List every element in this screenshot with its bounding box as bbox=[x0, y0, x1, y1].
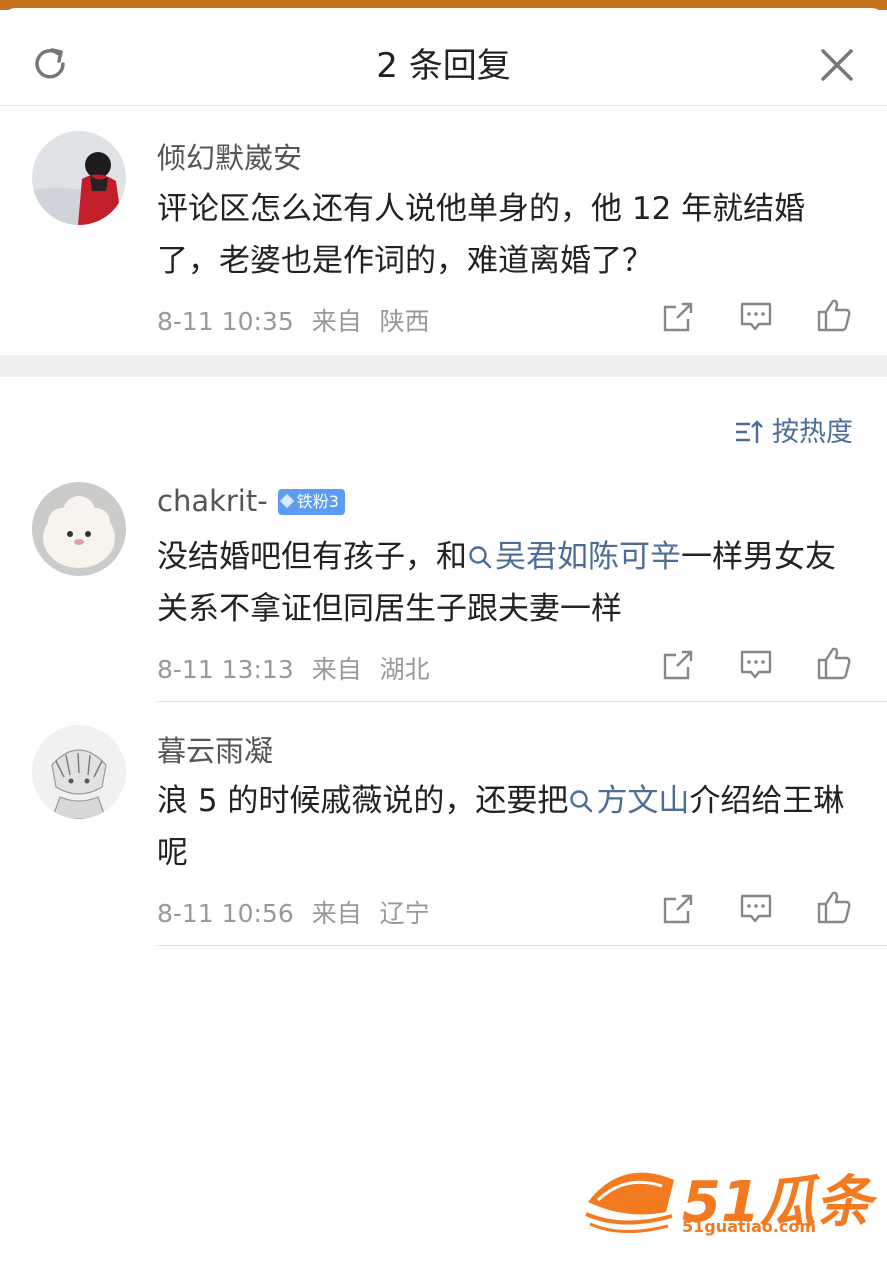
avatar[interactable] bbox=[32, 725, 126, 819]
avatar[interactable] bbox=[32, 482, 126, 576]
fan-badge-label: 铁粉3 bbox=[296, 492, 339, 511]
reply-from-label: 来自 bbox=[311, 899, 362, 928]
reply-username[interactable]: 暮云雨凝 bbox=[157, 728, 273, 770]
like-icon[interactable] bbox=[816, 297, 852, 333]
reply-date: 8-11 13:13 bbox=[157, 655, 294, 684]
comment-date: 8-11 10:35 bbox=[157, 307, 294, 336]
reply-username-text[interactable]: chakrit- bbox=[157, 484, 268, 518]
comment-icon[interactable] bbox=[738, 891, 774, 927]
search-icon bbox=[469, 546, 492, 569]
share-icon[interactable] bbox=[660, 647, 696, 683]
watermark-url: 51guatiao.com bbox=[682, 1217, 817, 1236]
sheet-header: 2 条回复 bbox=[0, 8, 887, 106]
like-icon[interactable] bbox=[816, 889, 852, 925]
reply-location: 湖北 bbox=[379, 655, 430, 684]
section-divider bbox=[0, 355, 887, 377]
avatar[interactable] bbox=[32, 131, 126, 225]
share-icon[interactable] bbox=[660, 299, 696, 335]
reply-meta: 8-11 13:13 来自 湖北 bbox=[157, 650, 440, 686]
sort-icon bbox=[736, 420, 763, 443]
comment-username[interactable]: 倾幻默崴安 bbox=[157, 135, 302, 177]
sort-label: 按热度 bbox=[772, 417, 853, 448]
reply-username[interactable]: chakrit- 铁粉3 bbox=[157, 484, 345, 518]
topic-link-label[interactable]: 方文山 bbox=[596, 783, 689, 819]
reply-date: 8-11 10:56 bbox=[157, 899, 294, 928]
fan-badge: 铁粉3 bbox=[277, 489, 345, 515]
reply-location: 辽宁 bbox=[379, 899, 430, 928]
reply-meta: 8-11 10:56 来自 辽宁 bbox=[157, 894, 440, 930]
like-icon[interactable] bbox=[816, 645, 852, 681]
topic-link-label[interactable]: 吴君如陈可辛 bbox=[495, 539, 681, 575]
row-divider bbox=[157, 701, 887, 702]
sort-button[interactable]: 按热度 bbox=[734, 410, 853, 449]
reply-text-part: 没结婚吧但有孩子，和 bbox=[157, 539, 467, 575]
comment-icon[interactable] bbox=[738, 299, 774, 335]
comment-from-label: 来自 bbox=[311, 307, 362, 336]
search-icon bbox=[570, 790, 593, 813]
comment-icon[interactable] bbox=[738, 647, 774, 683]
share-icon[interactable] bbox=[660, 891, 696, 927]
page-title: 2 条回复 bbox=[376, 46, 511, 86]
reply-text: 没结婚吧但有孩子，和 吴君如陈可辛一样男女友关系不拿证但同居生子跟夫妻一样 bbox=[157, 531, 847, 635]
row-divider bbox=[157, 945, 887, 946]
comment-text: 评论区怎么还有人说他单身的，他 12 年就结婚了，老婆也是作词的，难道离婚了？ bbox=[157, 191, 806, 279]
reply-text-part: 浪 5 的时候戚薇说的，还要把 bbox=[157, 783, 569, 819]
topic-link[interactable]: 吴君如陈可辛 bbox=[467, 539, 681, 575]
comment-meta: 8-11 10:35 来自 陕西 bbox=[157, 302, 440, 338]
topic-link[interactable]: 方文山 bbox=[568, 783, 689, 819]
reply-text: 浪 5 的时候戚薇说的，还要把 方文山介绍给王琳呢 bbox=[157, 775, 847, 879]
reply-from-label: 来自 bbox=[311, 655, 362, 684]
comment-location: 陕西 bbox=[379, 307, 430, 336]
close-icon[interactable] bbox=[818, 46, 856, 84]
